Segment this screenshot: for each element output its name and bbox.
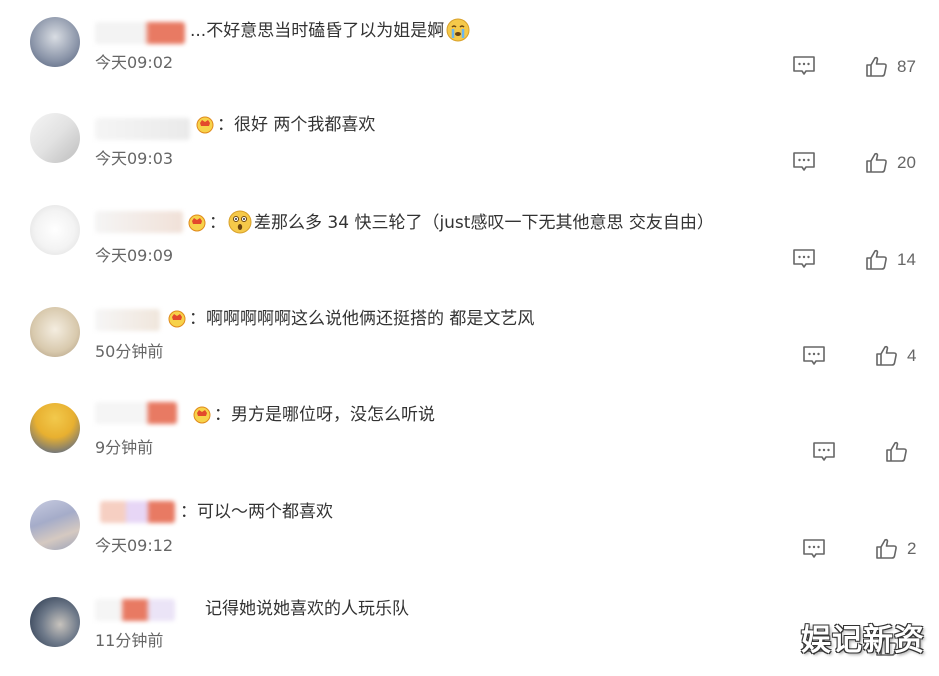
thumbs-up-icon [865,55,889,79]
comment-text: 差那么多 34 快三轮了（just感叹一下无其他意思 交友自由） [254,213,714,233]
comment-text: ：很好 两个我都喜欢 [217,115,375,135]
crying-emoji-icon [446,18,470,42]
comment-time: 今天09:12 [95,536,173,556]
reply-icon[interactable] [802,538,826,560]
comment-time: 今天09:02 [95,53,173,73]
like-button[interactable] [885,440,909,464]
reply-icon[interactable] [802,345,826,367]
comment-time: 9分钟前 [95,438,153,458]
like-count: 4 [907,346,916,366]
avatar[interactable] [30,307,80,357]
comment-item: 记得她说她喜欢的人玩乐队 11分钟前 [0,580,939,676]
crown-badge-icon [192,404,212,424]
like-button[interactable]: 87 [865,55,916,79]
crown-badge-icon [187,212,207,232]
comment-time: 今天09:03 [95,149,173,169]
username-redacted[interactable] [100,501,175,523]
thumbs-up-icon [865,248,889,272]
crown-badge-icon [195,114,215,134]
avatar[interactable] [30,597,80,647]
comment-item: ： 差那么多 34 快三轮了（just感叹一下无其他意思 交友自由） 今天09:0… [0,193,939,289]
comment-text-row: 记得她说她喜欢的人玩乐队 [205,598,409,620]
reply-icon[interactable] [792,248,816,270]
comment-text: ：可以～两个都喜欢 [180,502,333,522]
reply-icon[interactable] [812,441,836,463]
like-button[interactable]: 14 [865,248,916,272]
shocked-emoji-icon [228,210,252,234]
like-count: 20 [897,153,916,173]
like-button[interactable]: 20 [865,151,916,175]
comment-text-row: ：男方是哪位呀，没怎么听说 [190,404,435,426]
thumbs-up-icon [865,151,889,175]
comment-time: 今天09:09 [95,246,173,266]
avatar[interactable] [30,500,80,550]
thumbs-up-icon [875,537,899,561]
thumbs-up-icon [885,440,909,464]
comment-text-row: ...不好意思当时磕昏了以为姐是婀 [190,18,472,42]
comment-text: ：男方是哪位呀，没怎么听说 [214,405,435,425]
like-button[interactable]: 4 [875,344,916,368]
comment-time: 11分钟前 [95,631,163,651]
avatar[interactable] [30,113,80,163]
comment-item: ：很好 两个我都喜欢 今天09:03 20 [0,96,939,192]
crown-badge-icon [167,308,187,328]
comment-text-row: ：很好 两个我都喜欢 [193,114,375,136]
like-button[interactable]: 2 [875,537,916,561]
like-count: 87 [897,57,916,77]
avatar[interactable] [30,205,80,255]
avatar[interactable] [30,403,80,453]
comment-item: ：啊啊啊啊啊这么说他俩还挺搭的 都是文艺风 50分钟前 4 [0,290,939,386]
reply-icon[interactable] [792,55,816,77]
avatar[interactable] [30,17,80,67]
username-redacted[interactable] [95,309,160,331]
thumbs-up-icon [875,344,899,368]
comment-text-row: ： 差那么多 34 快三轮了（just感叹一下无其他意思 交友自由） [185,210,714,234]
comment-text: ：啊啊啊啊啊这么说他俩还挺搭的 都是文艺风 [189,309,534,329]
comment-text: ...不好意思当时磕昏了以为姐是婀 [190,21,444,41]
comment-text-row: ：啊啊啊啊啊这么说他俩还挺搭的 都是文艺风 [165,308,534,330]
comment-text-row: ：可以～两个都喜欢 [180,501,333,523]
username-redacted[interactable] [95,402,177,424]
comment-text: 记得她说她喜欢的人玩乐队 [205,599,409,619]
comment-time: 50分钟前 [95,342,163,362]
username-redacted[interactable] [95,211,183,233]
like-count: 14 [897,250,916,270]
colon-separator: ： [209,213,226,233]
reply-icon[interactable] [792,151,816,173]
comment-item: ...不好意思当时磕昏了以为姐是婀 今天09:02 87 [0,0,939,96]
comment-item: ：男方是哪位呀，没怎么听说 9分钟前 [0,386,939,482]
username-redacted[interactable] [95,22,185,44]
like-count: 2 [907,539,916,559]
comment-item: ：可以～两个都喜欢 今天09:12 2 [0,483,939,579]
username-redacted[interactable] [95,599,175,621]
username-redacted[interactable] [95,118,190,140]
watermark: 娱记新资 [801,615,925,659]
